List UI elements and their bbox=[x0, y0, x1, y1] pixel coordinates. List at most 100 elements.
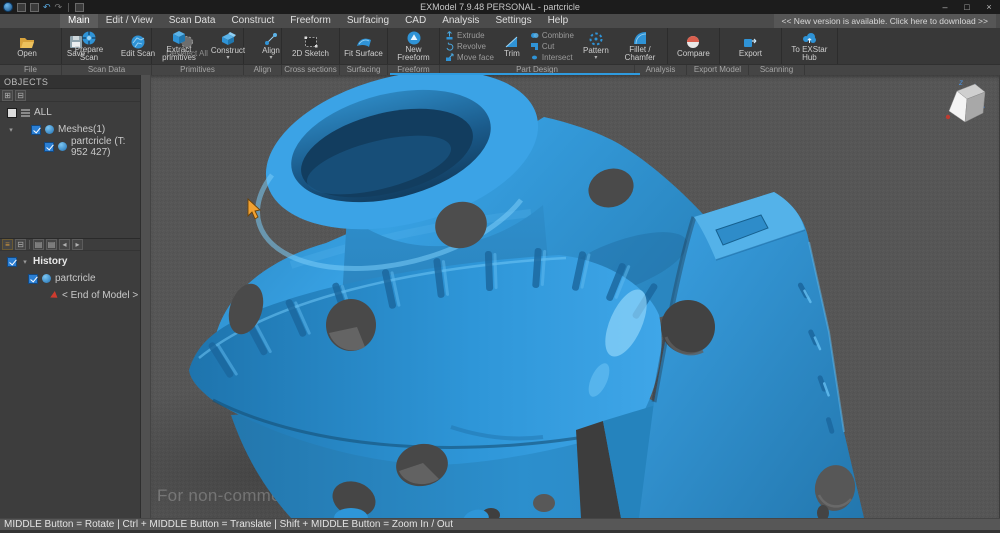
move-face-button[interactable]: Move face bbox=[445, 52, 494, 62]
compare-button[interactable]: Compare bbox=[669, 29, 717, 63]
pattern-icon bbox=[588, 31, 604, 47]
partcricle-checkbox[interactable] bbox=[44, 142, 54, 152]
tree-row-history[interactable]: ▾ History bbox=[0, 253, 140, 270]
objects-panel-title: OBJECTS bbox=[0, 75, 140, 89]
all-checkbox[interactable] bbox=[7, 108, 17, 118]
menu-surfacing[interactable]: Surfacing bbox=[339, 14, 397, 28]
mesh-icon bbox=[42, 274, 51, 283]
combine-icon bbox=[530, 31, 539, 40]
part-design-stack-2: Combine Cut Intersect bbox=[528, 30, 576, 62]
list-view-icon[interactable]: ≡ bbox=[2, 239, 13, 250]
part-design-stack-1: Extrude Revolve Move face bbox=[443, 30, 496, 62]
tree-row-history-partcricle[interactable]: partcricle bbox=[0, 270, 140, 287]
fit-surface-button[interactable]: Fit Surface bbox=[340, 29, 388, 63]
mesh-icon bbox=[58, 142, 67, 151]
new-freeform-button[interactable]: New Freeform bbox=[390, 29, 438, 63]
meshes-checkbox[interactable] bbox=[31, 125, 41, 135]
save-quick-icon[interactable] bbox=[17, 3, 26, 12]
tree-row-end-of-model[interactable]: < End of Model > bbox=[0, 287, 140, 304]
to-exstar-hub-button[interactable]: To EXStar Hub bbox=[785, 29, 833, 63]
customize-quick-icon[interactable] bbox=[75, 3, 84, 12]
step-box-icon[interactable]: ▤ bbox=[33, 239, 44, 250]
ribbon-group-freeform: New Freeform bbox=[388, 28, 440, 64]
cut-icon bbox=[530, 42, 539, 51]
extrude-button[interactable]: Extrude bbox=[445, 30, 494, 40]
extrude-icon bbox=[445, 31, 454, 40]
export-icon bbox=[742, 34, 758, 50]
menu-edit-view[interactable]: Edit / View bbox=[98, 14, 161, 28]
menu-cad[interactable]: CAD bbox=[397, 14, 434, 28]
ribbon: Open Save Prepare Scan Edit Scan bbox=[0, 28, 1000, 75]
objects-panel-toolbar: ⊞ ⊟ bbox=[0, 89, 140, 102]
history-partcricle-checkbox[interactable] bbox=[28, 274, 38, 284]
2d-sketch-icon bbox=[303, 34, 319, 50]
expander-icon[interactable]: ▾ bbox=[7, 126, 15, 134]
model-canvas: z bbox=[151, 75, 999, 518]
menu-construct[interactable]: Construct bbox=[223, 14, 282, 28]
toolbar-separator bbox=[68, 3, 69, 12]
menu-analysis[interactable]: Analysis bbox=[434, 14, 487, 28]
tree-row-partcricle[interactable]: partcricle (T: 952 427) bbox=[0, 138, 140, 155]
menu-main[interactable]: Main bbox=[60, 14, 98, 28]
objects-panel: OBJECTS ⊞ ⊟ ALL ▾ Meshes(1) bbox=[0, 75, 140, 238]
prepare-scan-button[interactable]: Prepare Scan bbox=[65, 29, 113, 63]
toolbar-separator bbox=[29, 240, 30, 249]
ribbon-group-analysis: Compare bbox=[668, 28, 720, 64]
expand-all-icon[interactable]: ⊞ bbox=[2, 90, 13, 101]
menu-settings[interactable]: Settings bbox=[487, 14, 539, 28]
quick-access-toolbar: ↶ ↷ bbox=[0, 2, 84, 12]
fillet-chamfer-button[interactable]: Fillet / Chamfer bbox=[616, 29, 664, 63]
extract-primitives-button[interactable]: Extract primitives bbox=[155, 29, 203, 63]
intersect-button[interactable]: Intersect bbox=[530, 52, 574, 62]
expander-icon[interactable]: ▾ bbox=[21, 258, 29, 266]
revolve-icon bbox=[445, 42, 454, 51]
close-button[interactable]: × bbox=[978, 0, 1000, 14]
window-controls: – □ × bbox=[934, 0, 1000, 14]
step-forward-icon[interactable]: ▸ bbox=[72, 239, 83, 250]
step-back-icon[interactable]: ◂ bbox=[59, 239, 70, 250]
nav-cube-axis-label: z bbox=[958, 78, 963, 87]
fit-surface-icon bbox=[356, 34, 372, 50]
nav-cube[interactable]: z bbox=[946, 78, 985, 122]
menu-help[interactable]: Help bbox=[540, 14, 577, 28]
combine-button[interactable]: Combine bbox=[530, 30, 574, 40]
ribbon-group-surfacing: Fit Surface bbox=[340, 28, 388, 64]
cut-button[interactable]: Cut bbox=[530, 41, 574, 51]
trim-icon bbox=[504, 34, 520, 50]
step-box2-icon[interactable]: ▤ bbox=[46, 239, 57, 250]
dropdown-caret-icon: ▾ bbox=[269, 56, 272, 61]
history-tree: ▾ History partcricle < End of Model > bbox=[0, 251, 140, 304]
2d-sketch-button[interactable]: 2D Sketch bbox=[287, 29, 335, 63]
collapse-all-icon[interactable]: ⊟ bbox=[15, 90, 26, 101]
status-bar: MIDDLE Button = Rotate | Ctrl + MIDDLE B… bbox=[0, 518, 1000, 533]
minimize-button[interactable]: – bbox=[934, 0, 956, 14]
mesh-icon bbox=[45, 125, 54, 134]
maximize-button[interactable]: □ bbox=[956, 0, 978, 14]
menu-scan-data[interactable]: Scan Data bbox=[161, 14, 224, 28]
ribbon-group-cross-sections: 2D Sketch bbox=[282, 28, 340, 64]
intersect-icon bbox=[530, 53, 539, 62]
new-freeform-icon bbox=[406, 30, 422, 46]
panel-splitter[interactable] bbox=[141, 75, 151, 518]
3d-viewport[interactable]: For non-commercial use only bbox=[151, 75, 999, 518]
history-checkbox[interactable] bbox=[7, 257, 17, 267]
ribbon-group-export-model: Export bbox=[720, 28, 782, 64]
export-button[interactable]: Export bbox=[726, 29, 774, 63]
trim-button[interactable]: Trim bbox=[497, 29, 527, 63]
update-notice-link[interactable]: << New version is available. Click here … bbox=[774, 14, 996, 28]
open-button[interactable]: Open bbox=[3, 29, 51, 63]
ribbon-group-file: Open Save bbox=[0, 28, 62, 64]
edit-scan-icon bbox=[130, 34, 146, 50]
undo-icon[interactable]: ↶ bbox=[43, 3, 51, 12]
tree-row-all[interactable]: ALL bbox=[0, 104, 140, 121]
revolve-button[interactable]: Revolve bbox=[445, 41, 494, 51]
tree-view-icon[interactable]: ⊟ bbox=[15, 239, 26, 250]
app-logo-icon[interactable] bbox=[3, 2, 13, 12]
redo-icon[interactable]: ↷ bbox=[55, 3, 63, 12]
save-as-quick-icon[interactable] bbox=[30, 3, 39, 12]
menu-freeform[interactable]: Freeform bbox=[282, 14, 339, 28]
window-title: EXModel 7.9.48 PERSONAL - partcricle bbox=[0, 2, 1000, 12]
history-toolbar: ≡ ⊟ ▤ ▤ ◂ ▸ bbox=[0, 238, 140, 251]
pattern-button[interactable]: Pattern ▾ bbox=[577, 29, 615, 63]
menu-bar: Main Edit / View Scan Data Construct Fre… bbox=[0, 14, 1000, 28]
